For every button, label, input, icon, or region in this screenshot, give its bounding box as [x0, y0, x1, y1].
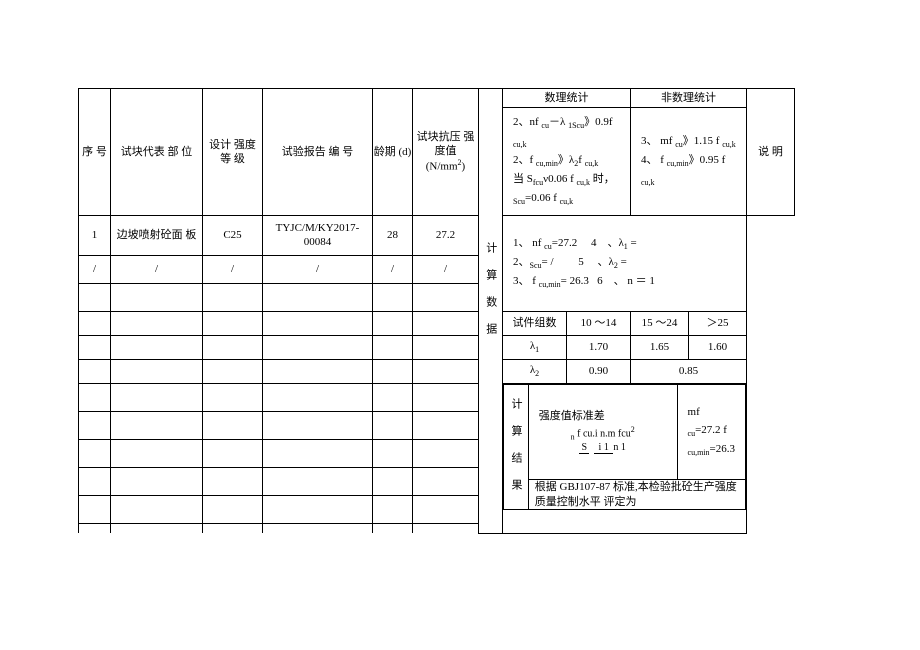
calc-data-block: 1、 nf cu=27.2 4 、λ1 = 2、Scu= / 5 、λ2 = 3…: [503, 215, 747, 311]
cell-age-2: /: [373, 255, 413, 283]
col-mathstat: 数理统计: [503, 89, 631, 108]
coef-r1l: λ1: [503, 335, 567, 359]
coef-h4: ＞25: [689, 311, 747, 335]
coef-h3: 15 ～24: [631, 311, 689, 335]
cell-design-1: C25: [203, 215, 263, 255]
coef-r2l: λ2: [503, 359, 567, 383]
cell-age-1: 28: [373, 215, 413, 255]
col-design: 设计 强度 等 级: [203, 89, 263, 216]
coef-r2a: 0.90: [567, 359, 631, 383]
cell-strength-1: 27.2: [413, 215, 479, 255]
result-label: 计 算 结 果: [509, 398, 523, 492]
result-right: mf cu=27.2 f cu,min=26.3: [677, 384, 745, 479]
col-age: 龄期 (d): [373, 89, 413, 216]
coef-r1c: 1.60: [689, 335, 747, 359]
coef-h2: 10 ～14: [567, 311, 631, 335]
col-report: 试验报告 编 号: [263, 89, 373, 216]
math-formula: 2、nf cu－λ 1Scu》0.9f cu,k 2、f cu,min》λ2f …: [503, 108, 631, 216]
calc-data-label: 计 算 数 据: [480, 242, 500, 343]
cell-report-1: TYJC/M/KY2017-00084: [263, 215, 373, 255]
footer-note: 根据 GBJ107-87 标准,本检验批砼生产强度质量控制水平 评定为: [528, 480, 745, 510]
cell-part-1: 边坡喷射砼面 板: [111, 215, 203, 255]
coef-r1a: 1.70: [567, 335, 631, 359]
cell-report-2: /: [263, 255, 373, 283]
coef-r2b: 0.85: [631, 359, 747, 383]
cell-seq-2: /: [79, 255, 111, 283]
nonmath-formula: 3、 mf cu》1.15 f cu,k 4、 f cu,min》0.95 f …: [631, 108, 747, 216]
cell-strength-2: /: [413, 255, 479, 283]
cell-seq-1: 1: [79, 215, 111, 255]
result-left: 强度值标准差 n f cu.i n.m fcu2 S i 1 n 1: [528, 384, 677, 479]
cell-part-2: /: [111, 255, 203, 283]
cell-design-2: /: [203, 255, 263, 283]
col-note: 说 明: [747, 89, 795, 216]
col-part: 试块代表 部 位: [111, 89, 203, 216]
col-nonstat: 非数理统计: [631, 89, 747, 108]
col-seq: 序 号: [79, 89, 111, 216]
coef-h1: 试件组数: [503, 311, 567, 335]
coef-r1b: 1.65: [631, 335, 689, 359]
col-strength: 试块抗压 强 度值 (N/mm2): [413, 89, 479, 216]
